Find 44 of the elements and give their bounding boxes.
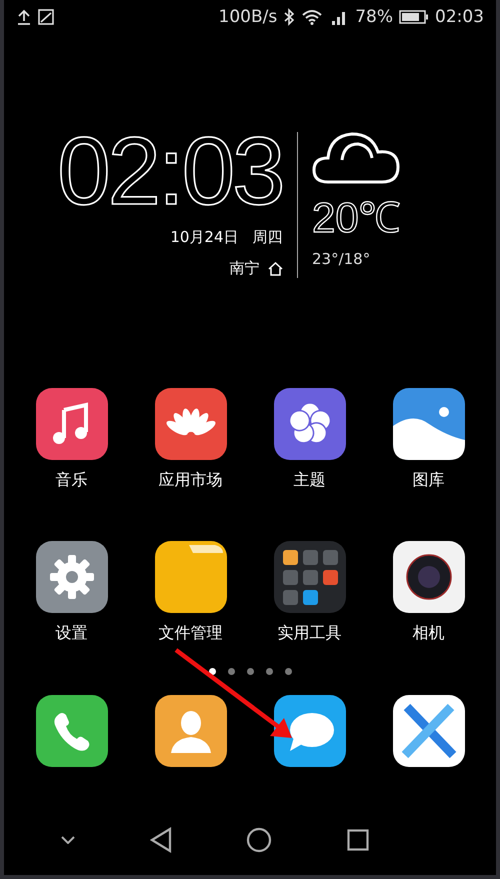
app-shortcut[interactable]: 设置 (12, 541, 131, 644)
folder-icon (154, 541, 226, 613)
mountain-picture-icon (392, 388, 464, 460)
temperature: 20℃ (312, 196, 401, 240)
gear-icon (36, 541, 108, 613)
battery-percent: 78% (355, 7, 393, 27)
flower-icon (274, 388, 346, 460)
back-icon[interactable] (150, 827, 172, 853)
tool-folder-icon (274, 541, 346, 613)
phone-handset-icon (36, 695, 108, 767)
app-shortcut[interactable]: 图库 (369, 388, 488, 491)
image-icon (38, 9, 54, 25)
app-shortcut[interactable]: 音乐 (12, 388, 131, 491)
person-silhouette-icon (154, 695, 226, 767)
dock-app[interactable] (154, 695, 226, 770)
cloud-icon (312, 130, 400, 184)
app-shortcut[interactable]: 相机 (369, 541, 488, 644)
temperature-range: 23°/18° (312, 250, 372, 268)
app-shortcut[interactable]: 文件管理 (131, 541, 250, 644)
dock-app[interactable] (274, 695, 346, 770)
status-time: 02:03 (435, 7, 484, 27)
chevron-down-icon[interactable] (61, 836, 76, 844)
battery-icon (399, 9, 429, 25)
speech-bubble-icon (274, 695, 346, 767)
dock-app[interactable] (36, 695, 108, 770)
camera-lens-icon (392, 541, 464, 613)
network-speed: 100B/s (218, 7, 278, 27)
app-shortcut[interactable]: 主题 (250, 388, 369, 491)
app-shortcut[interactable]: 实用工具 (250, 541, 369, 644)
weekday-text: 周四 (252, 228, 282, 247)
clock-time: 02:03 (57, 130, 282, 214)
date-text: 10月24日 (170, 228, 238, 247)
x-logo-icon (392, 695, 464, 767)
petal-logo-icon (154, 388, 226, 460)
bluetooth-icon (283, 8, 296, 26)
dock-app[interactable] (392, 695, 464, 770)
home-circle-icon[interactable] (246, 827, 272, 853)
music-note-icon (36, 388, 108, 460)
wifi-icon (301, 9, 324, 25)
home-icon (268, 262, 282, 276)
app-shortcut[interactable]: 应用市场 (131, 388, 250, 491)
recents-icon[interactable] (346, 829, 369, 851)
city-name: 南宁 (230, 259, 260, 278)
upload-icon (16, 9, 32, 25)
